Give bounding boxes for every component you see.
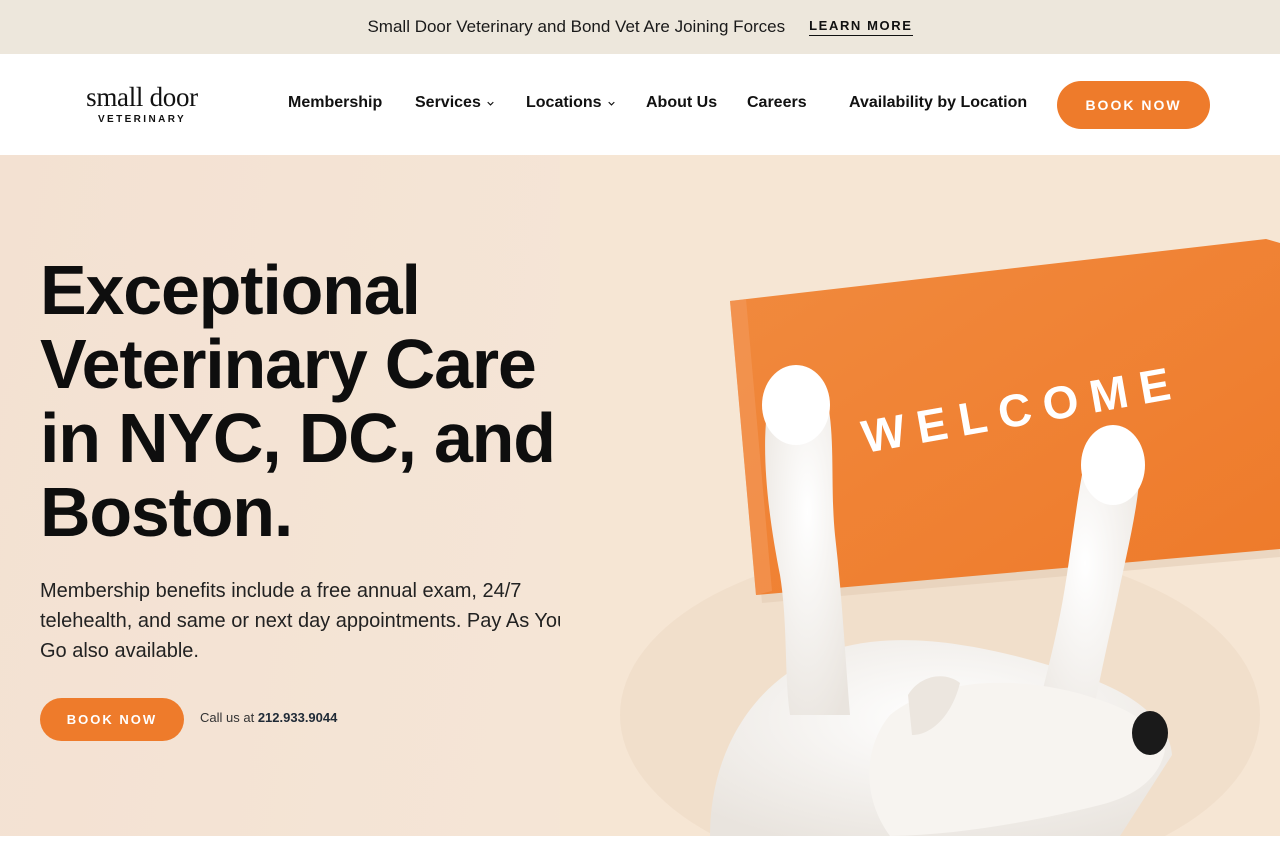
nav-label: About Us [646, 94, 718, 111]
learn-more-link[interactable]: LEARN MORE [809, 18, 913, 36]
chevron-down-icon [487, 101, 494, 106]
nav-availability-by-location[interactable]: Availability by Location [849, 94, 1027, 112]
hero-title-line: Exceptional [40, 251, 421, 329]
site-header: small door VETERINARY Membership Service… [0, 54, 1280, 155]
header-book-now-button[interactable]: BOOK NOW [1057, 81, 1210, 129]
call-prefix: Call us at [200, 710, 255, 725]
hero-book-now-button[interactable]: BOOK NOW [40, 698, 184, 741]
nav-label: Services [415, 94, 481, 111]
hero-section: Exceptional Veterinary Care in NYC, DC, … [0, 155, 1280, 836]
hero-title-line: Veterinary Care [40, 325, 537, 403]
logo[interactable]: small door VETERINARY [69, 82, 215, 125]
phone-link[interactable]: 212.933.9044 [258, 710, 338, 725]
call-us-text: Call us at 212.933.9044 [200, 710, 337, 725]
nav-label: Locations [526, 94, 602, 111]
nav-careers[interactable]: Careers [747, 94, 807, 112]
chevron-down-icon [607, 101, 615, 106]
announcement-text: Small Door Veterinary and Bond Vet Are J… [367, 17, 786, 36]
nav-locations[interactable]: Locations [526, 94, 615, 112]
hero-title-line: Boston. [40, 473, 293, 551]
nav-membership[interactable]: Membership [288, 94, 382, 112]
hero-title-line: in NYC, DC, and [40, 399, 556, 477]
hero-subtitle: Membership benefits include a free annua… [40, 580, 569, 662]
nav-about-us[interactable]: About Us [646, 94, 717, 112]
nav-label: Availability by Location [849, 94, 1028, 111]
dog-on-welcome-mat-photo: WELCOME [560, 155, 1280, 836]
announcement-bar: Small Door Veterinary and Bond Vet Are J… [0, 0, 1280, 54]
nav-label: Membership [288, 94, 383, 111]
logo-subtitle: VETERINARY [97, 114, 187, 125]
nav-services[interactable]: Services [415, 94, 494, 112]
page-bottom [0, 836, 1280, 860]
hero-title: Exceptional Veterinary Care in NYC, DC, … [40, 253, 600, 549]
logo-wordmark: small door [86, 82, 198, 112]
nav-label: Careers [747, 94, 807, 111]
